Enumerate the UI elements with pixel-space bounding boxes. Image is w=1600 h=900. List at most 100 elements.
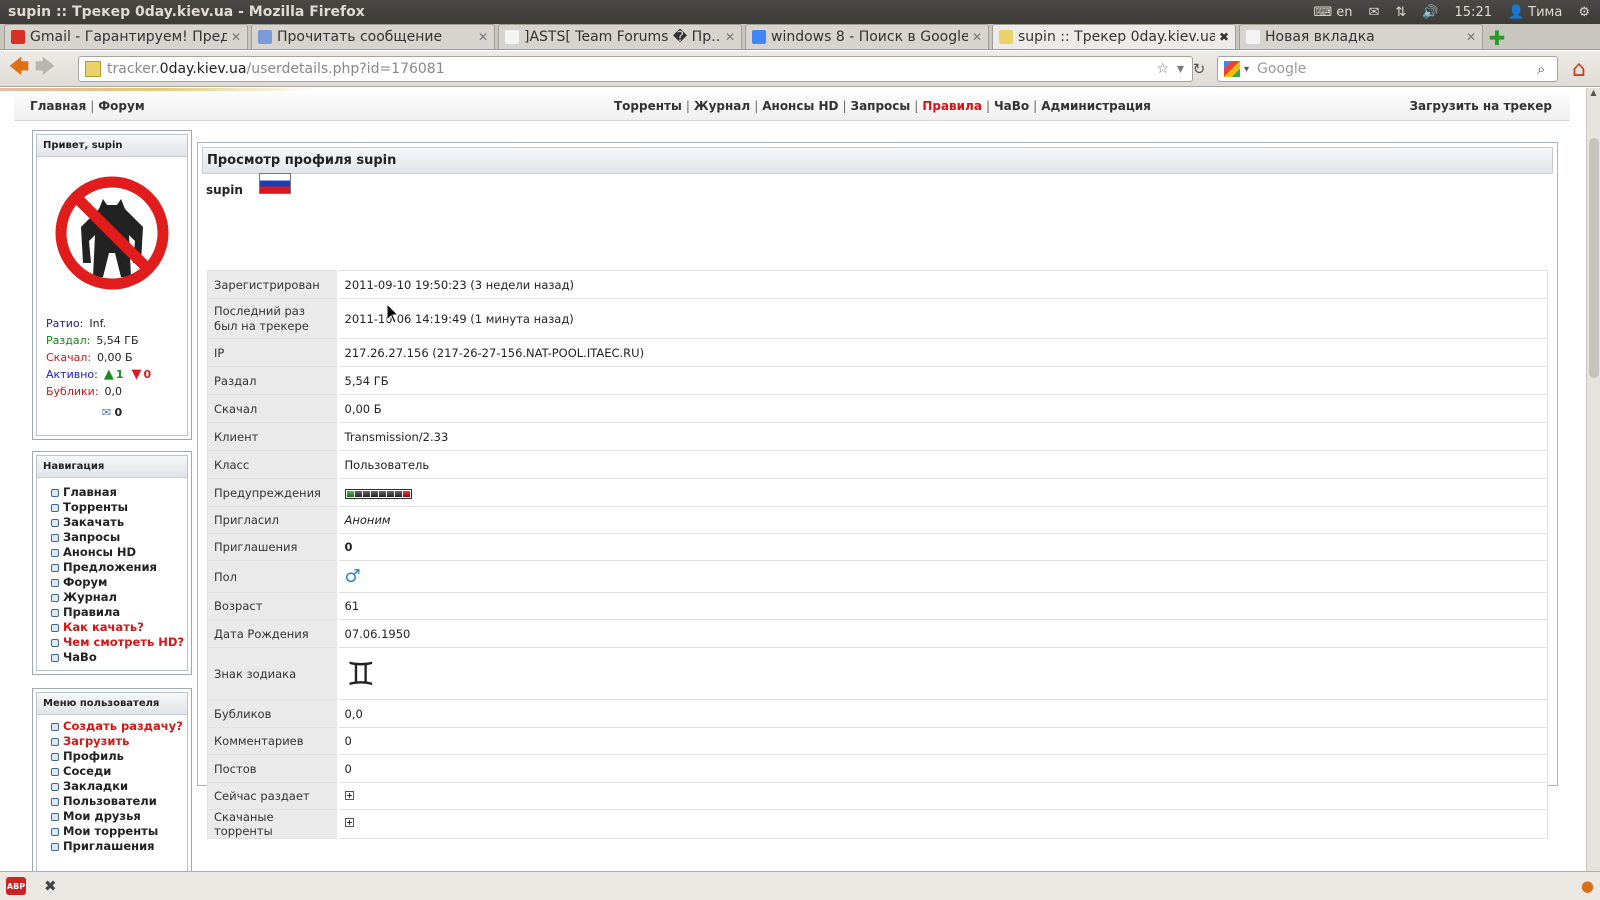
nav-torrents-link[interactable]: Торренты bbox=[614, 99, 682, 113]
warnings-label: Предупреждения bbox=[207, 478, 339, 507]
scrollbar-thumb[interactable] bbox=[1589, 138, 1599, 378]
adblock-icon[interactable]: ABP bbox=[6, 877, 26, 895]
keyboard-indicator[interactable]: ⌨ en bbox=[1314, 5, 1353, 20]
menu-item[interactable]: Предложения bbox=[51, 560, 187, 575]
nav-requests-link[interactable]: Запросы bbox=[851, 99, 911, 113]
user-panel-username[interactable]: supin bbox=[92, 140, 123, 151]
user-menu-panel: Меню пользователя Создать раздачу? Загруз… bbox=[32, 688, 192, 871]
registered-label: Зарегистрирован bbox=[207, 270, 339, 299]
bookmark-star-icon[interactable]: ☆ bbox=[1156, 61, 1169, 77]
nav-hd-link[interactable]: Анонсы HD bbox=[762, 99, 838, 113]
table-row: Дата Рождения 07.06.1950 bbox=[207, 619, 1548, 648]
table-row: Постов 0 bbox=[207, 754, 1548, 783]
menu-item[interactable]: ЧаВо bbox=[51, 650, 187, 665]
menu-item[interactable]: Закладки bbox=[51, 779, 187, 794]
menu-item[interactable]: Пользователи bbox=[51, 794, 187, 809]
expand-downloaded-icon[interactable] bbox=[344, 818, 354, 827]
mail-icon[interactable]: ✉ bbox=[1369, 5, 1380, 20]
user-menu[interactable]: 👤 Тима bbox=[1508, 5, 1562, 20]
table-row: Последний раз был на трекере 2011-10-06 1… bbox=[207, 298, 1548, 339]
messages-link[interactable]: ✉ 0 bbox=[37, 400, 187, 419]
menu-item[interactable]: Форум bbox=[51, 575, 187, 590]
tab-tracker-active[interactable]: supin :: Трекер 0day.kiev.ua ✖ bbox=[992, 24, 1236, 49]
google-engine-icon[interactable] bbox=[1224, 61, 1240, 77]
menu-item[interactable]: Закачать bbox=[51, 515, 187, 530]
menu-item[interactable]: Правила bbox=[51, 605, 187, 620]
scroll-up-icon[interactable]: ▲ bbox=[1587, 88, 1600, 97]
url-text[interactable]: tracker.0day.kiev.ua/userdetails.php?id=… bbox=[107, 61, 1156, 77]
firefox-addon-icon[interactable]: ● bbox=[1581, 877, 1594, 895]
tab-new[interactable]: Новая вкладка ✕ bbox=[1239, 24, 1483, 49]
nav-journal-link[interactable]: Журнал bbox=[694, 99, 750, 113]
system-tray: ⌨ en ✉ ⇅ 🔊 15:21 👤 Тима ⚙ bbox=[1314, 5, 1600, 20]
volume-icon[interactable]: 🔊 bbox=[1422, 5, 1438, 20]
status-bar: ABP ✖ ● bbox=[0, 871, 1600, 900]
reload-button[interactable]: ↻ bbox=[1188, 56, 1210, 82]
client-label: Клиент bbox=[207, 422, 339, 451]
history-dropdown-icon[interactable]: ▾ bbox=[1177, 61, 1184, 77]
navigation-panel: Навигация Главная Торренты Закачать Запросы… bbox=[32, 451, 192, 675]
search-input[interactable]: Google bbox=[1249, 61, 1537, 77]
close-icon[interactable]: ✕ bbox=[725, 30, 735, 44]
menu-item[interactable]: Торренты bbox=[51, 500, 187, 515]
uploaded-stat: Раздал: 5,54 ГБ bbox=[46, 334, 139, 347]
close-icon[interactable]: ✖ bbox=[1219, 30, 1229, 44]
close-icon[interactable]: ✕ bbox=[1466, 30, 1476, 44]
menu-item[interactable]: Главная bbox=[51, 485, 187, 500]
table-row: Класс Пользователь bbox=[207, 450, 1548, 479]
vertical-scrollbar[interactable]: ▲ bbox=[1586, 88, 1600, 871]
back-button[interactable]: 🡄 bbox=[6, 54, 32, 82]
nav-forum-link[interactable]: Форум bbox=[98, 99, 144, 113]
avatar-image bbox=[55, 176, 169, 290]
menu-item[interactable]: Загрузить bbox=[51, 734, 187, 749]
network-icon[interactable]: ⇅ bbox=[1395, 5, 1406, 20]
posts-value: 0 bbox=[337, 754, 1548, 783]
new-tab-button[interactable]: ✚ bbox=[1486, 26, 1508, 50]
home-button[interactable]: ⌂ bbox=[1566, 56, 1592, 82]
invitedby-label: Пригласил bbox=[207, 506, 339, 534]
expand-seeding-icon[interactable] bbox=[344, 791, 354, 800]
table-row: Скачал 0,00 Б bbox=[207, 394, 1548, 423]
menu-item[interactable]: Соседи bbox=[51, 764, 187, 779]
invitedby-value: Аноним bbox=[337, 506, 1548, 534]
bonus-value: 0,0 bbox=[337, 699, 1548, 728]
menu-item[interactable]: Создать раздачу? bbox=[51, 719, 187, 734]
close-findbar-icon[interactable]: ✖ bbox=[44, 877, 57, 895]
menu-item[interactable]: Как качать? bbox=[51, 620, 187, 635]
tab-gmail[interactable]: Gmail - Гарантируем! Пред… ✕ bbox=[4, 24, 248, 49]
forward-button[interactable]: 🡆 bbox=[32, 54, 58, 82]
menu-item[interactable]: Анонсы HD bbox=[51, 545, 187, 560]
search-icon[interactable]: ⌕ bbox=[1537, 60, 1557, 78]
tab-message[interactable]: Прочитать сообщение ✕ bbox=[251, 24, 495, 49]
menu-item[interactable]: Мои торренты bbox=[51, 824, 187, 839]
menu-item[interactable]: Запросы bbox=[51, 530, 187, 545]
close-icon[interactable]: ✕ bbox=[478, 30, 488, 44]
site-top-nav: Главная | Форум Торренты | Журнал | Анонсы HD |… bbox=[14, 91, 1570, 121]
menu-item[interactable]: Журнал bbox=[51, 590, 187, 605]
navigation-menu: Главная Торренты Закачать Запросы Анонсы HD П… bbox=[37, 478, 187, 665]
menu-item[interactable]: Мои друзья bbox=[51, 809, 187, 824]
nav-rules-link[interactable]: Правила bbox=[922, 99, 982, 113]
avatar[interactable] bbox=[51, 167, 173, 297]
close-icon[interactable]: ✕ bbox=[231, 30, 241, 44]
search-bar[interactable]: ▾ Google ⌕ bbox=[1217, 56, 1558, 82]
table-row: Комментариев 0 bbox=[207, 727, 1548, 755]
nav-faq-link[interactable]: ЧаВо bbox=[994, 99, 1029, 113]
gear-icon[interactable]: ⚙ bbox=[1578, 5, 1590, 20]
downloaded-torrents-label: Скачаные торренты bbox=[207, 809, 339, 839]
site-identity-icon[interactable] bbox=[85, 61, 101, 77]
active-stat: Активно: ▲ 1 ▼ 0 bbox=[46, 367, 152, 382]
clock[interactable]: 15:21 bbox=[1455, 5, 1492, 20]
nav-admin-link[interactable]: Администрация bbox=[1041, 99, 1151, 113]
menu-item[interactable]: Приглашения bbox=[51, 839, 187, 854]
tab-asts-forum[interactable]: ]ASTS[ Team Forums � Пр… ✕ bbox=[498, 24, 742, 49]
address-bar[interactable]: tracker.0day.kiev.ua/userdetails.php?id=… bbox=[78, 56, 1193, 82]
birthday-label: Дата Рождения bbox=[207, 619, 339, 648]
tab-google-search[interactable]: windows 8 - Поиск в Google ✕ bbox=[745, 24, 989, 49]
close-icon[interactable]: ✕ bbox=[972, 30, 982, 44]
seeding-label: Сейчас раздает bbox=[207, 782, 339, 810]
menu-item[interactable]: Профиль bbox=[51, 749, 187, 764]
menu-item[interactable]: Чем смотреть HD? bbox=[51, 635, 187, 650]
nav-home-link[interactable]: Главная bbox=[30, 99, 86, 113]
upload-to-tracker-link[interactable]: Загрузить на трекер bbox=[1409, 99, 1552, 113]
